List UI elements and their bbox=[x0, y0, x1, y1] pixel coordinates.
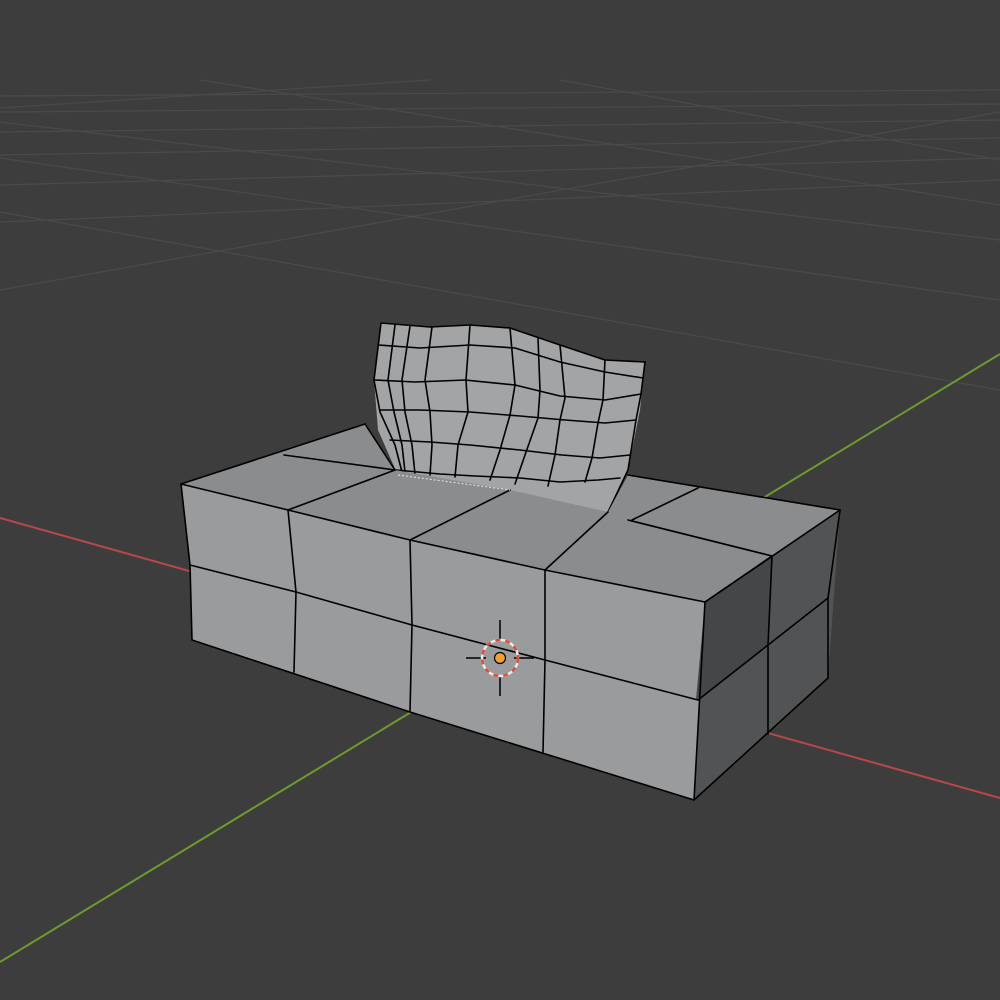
3d-viewport[interactable] bbox=[0, 0, 1000, 1000]
object-origin-icon bbox=[493, 651, 507, 665]
